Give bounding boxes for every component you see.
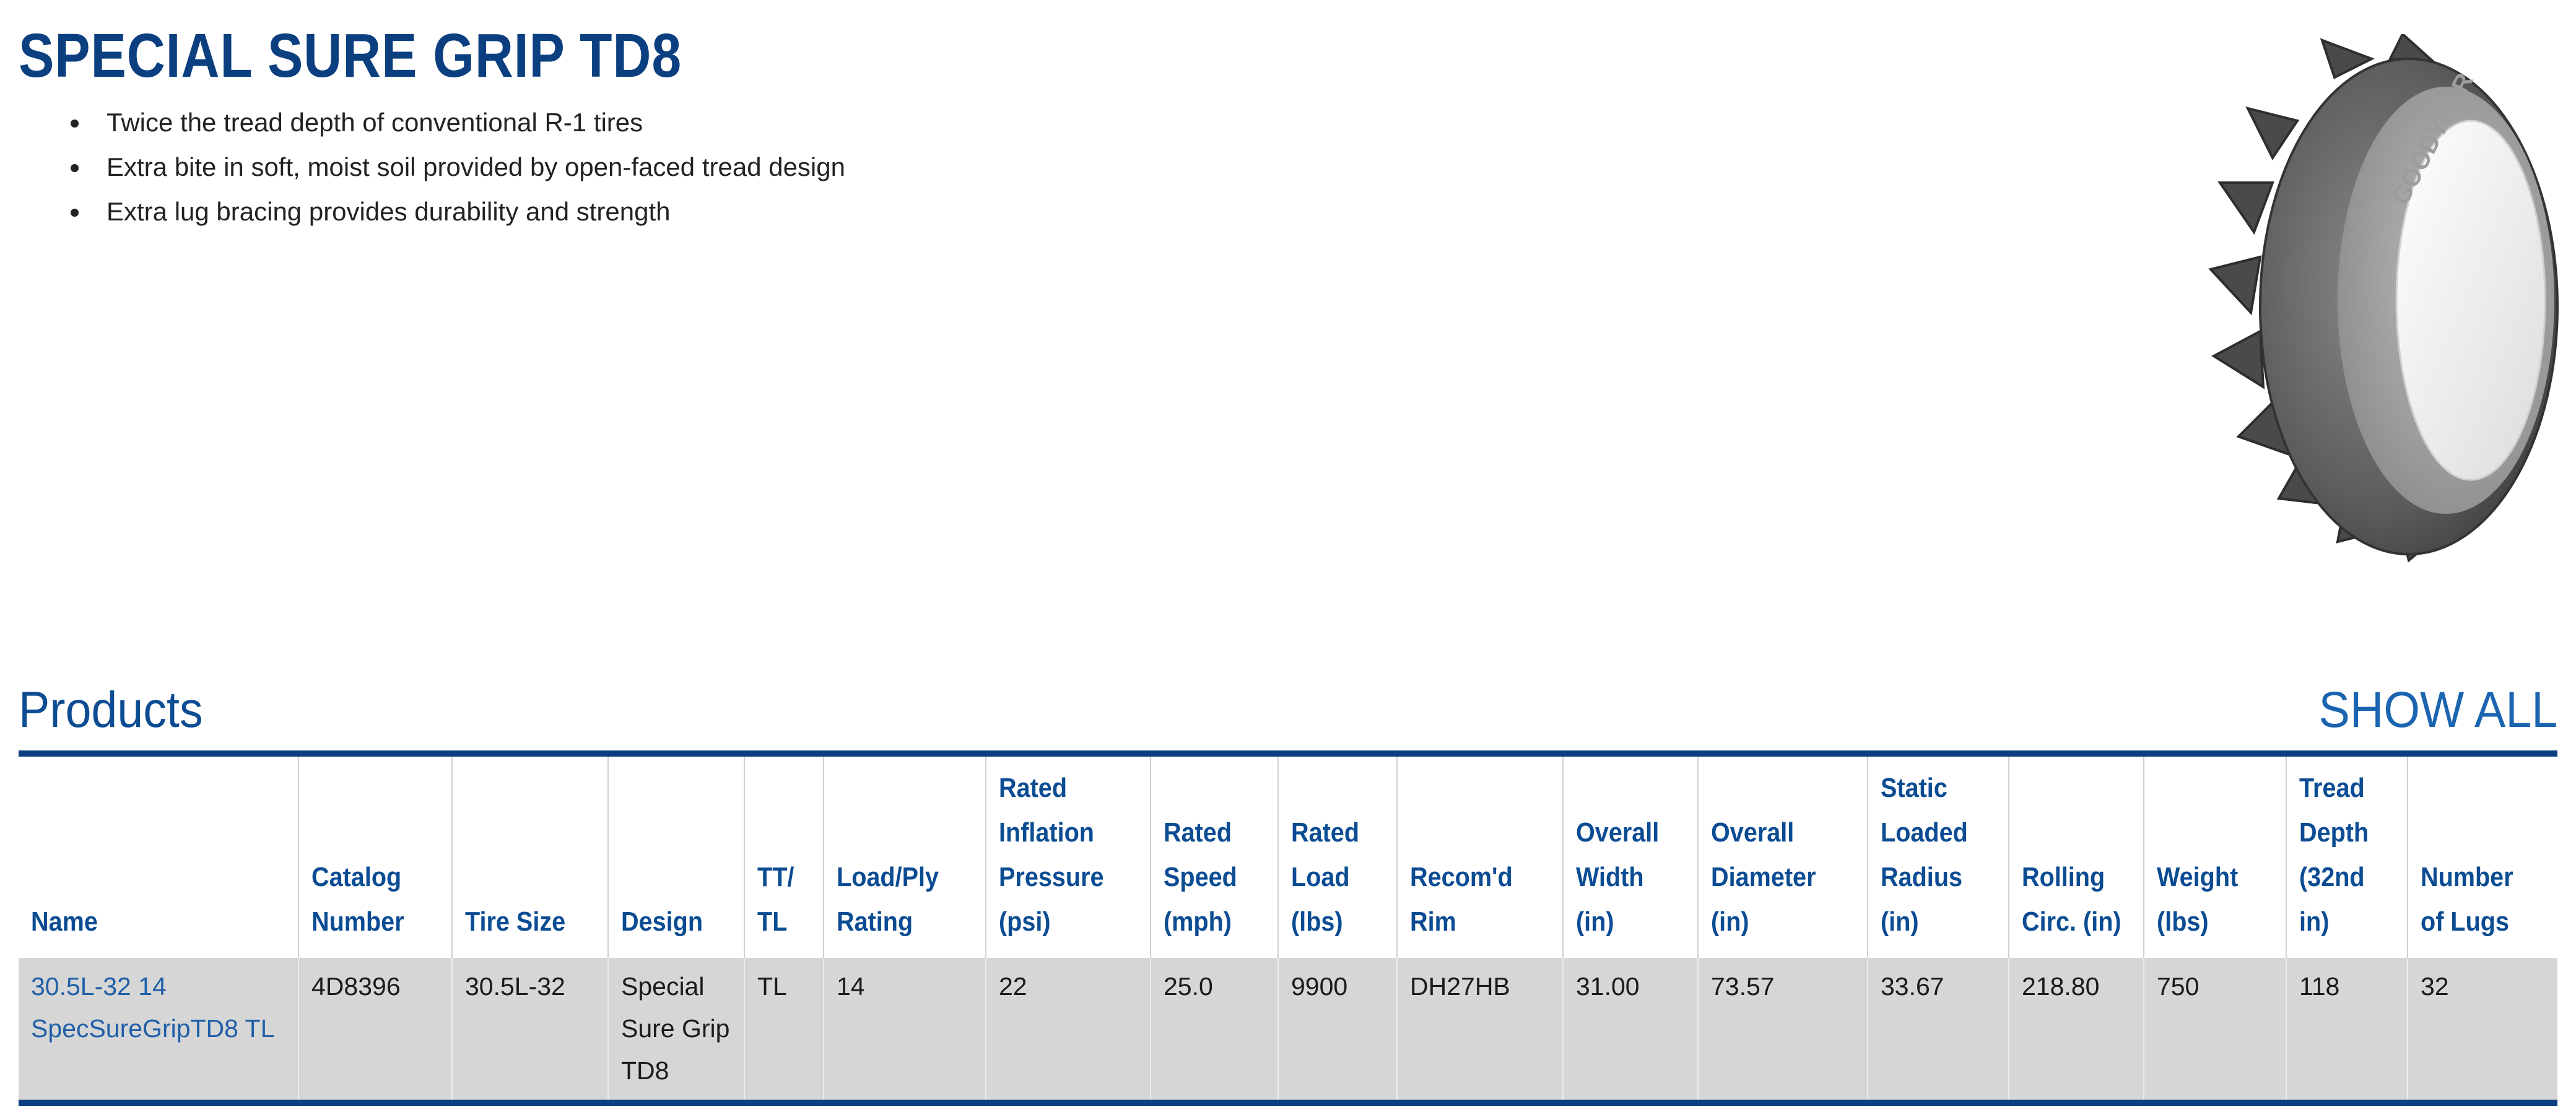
table-cell: 31.00	[1562, 958, 1698, 1103]
table-cell: TL	[744, 958, 824, 1103]
table-cell: 33.67	[1867, 958, 2009, 1103]
page-title: SPECIAL SURE GRIP TD8	[19, 21, 682, 90]
column-header: Recom'd Rim	[1396, 754, 1563, 958]
table-cell: 25.0	[1150, 958, 1278, 1103]
feature-list: Twice the tread depth of conventional R-…	[0, 100, 845, 234]
products-heading: Products	[19, 682, 203, 738]
table-cell: 9900	[1277, 958, 1397, 1103]
column-header: Catalog Number	[298, 754, 452, 958]
column-header: Overall Width (in)	[1562, 754, 1698, 958]
column-header: Rated Load (lbs)	[1277, 754, 1397, 958]
table-cell: DH27HB	[1396, 958, 1563, 1103]
table-cell: 22	[985, 958, 1151, 1103]
column-header: Static Loaded Radius (in)	[1867, 754, 2009, 958]
table-cell: Special Sure Grip TD8	[607, 958, 744, 1103]
show-all-link[interactable]: SHOW ALL	[2318, 676, 2557, 744]
table-cell: 30.5L-32	[451, 958, 608, 1103]
column-header: TT/ TL	[744, 754, 824, 958]
table-header-row: Name Catalog Number Tire Size Design TT/…	[19, 754, 2557, 958]
tire-image: GOODYEAR	[2208, 34, 2559, 563]
table-cell: 32	[2407, 958, 2557, 1103]
column-header: Number of Lugs	[2407, 754, 2557, 958]
feature-item: Extra lug bracing provides durability an…	[71, 189, 845, 234]
feature-item: Extra bite in soft, moist soil provided …	[71, 145, 845, 189]
column-header: Tread Depth (32nd in)	[2286, 754, 2408, 958]
table-cell: 118	[2286, 958, 2408, 1103]
column-header: Overall Diameter (in)	[1697, 754, 1868, 958]
column-header: Weight (lbs)	[2143, 754, 2286, 958]
column-header: Rolling Circ. (in)	[2008, 754, 2144, 958]
table-row: 30.5L-32 14 SpecSureGripTD8 TL 4D8396 30…	[19, 958, 2557, 1103]
column-header: Tire Size	[451, 754, 608, 958]
products-table: Name Catalog Number Tire Size Design TT/…	[19, 750, 2557, 1106]
column-header: Rated Inflation Pressure (psi)	[985, 754, 1151, 958]
table-cell: 4D8396	[298, 958, 452, 1103]
table-cell: 14	[823, 958, 986, 1103]
table-cell: 218.80	[2008, 958, 2144, 1103]
column-header: Rated Speed (mph)	[1150, 754, 1278, 958]
table-cell: 73.57	[1697, 958, 1868, 1103]
feature-item: Twice the tread depth of conventional R-…	[71, 100, 845, 145]
column-header: Name	[19, 754, 298, 958]
column-header: Load/Ply Rating	[823, 754, 986, 958]
product-name-link[interactable]: 30.5L-32 14 SpecSureGripTD8 TL	[19, 958, 298, 1103]
column-header: Design	[607, 754, 744, 958]
table-cell: 750	[2143, 958, 2286, 1103]
